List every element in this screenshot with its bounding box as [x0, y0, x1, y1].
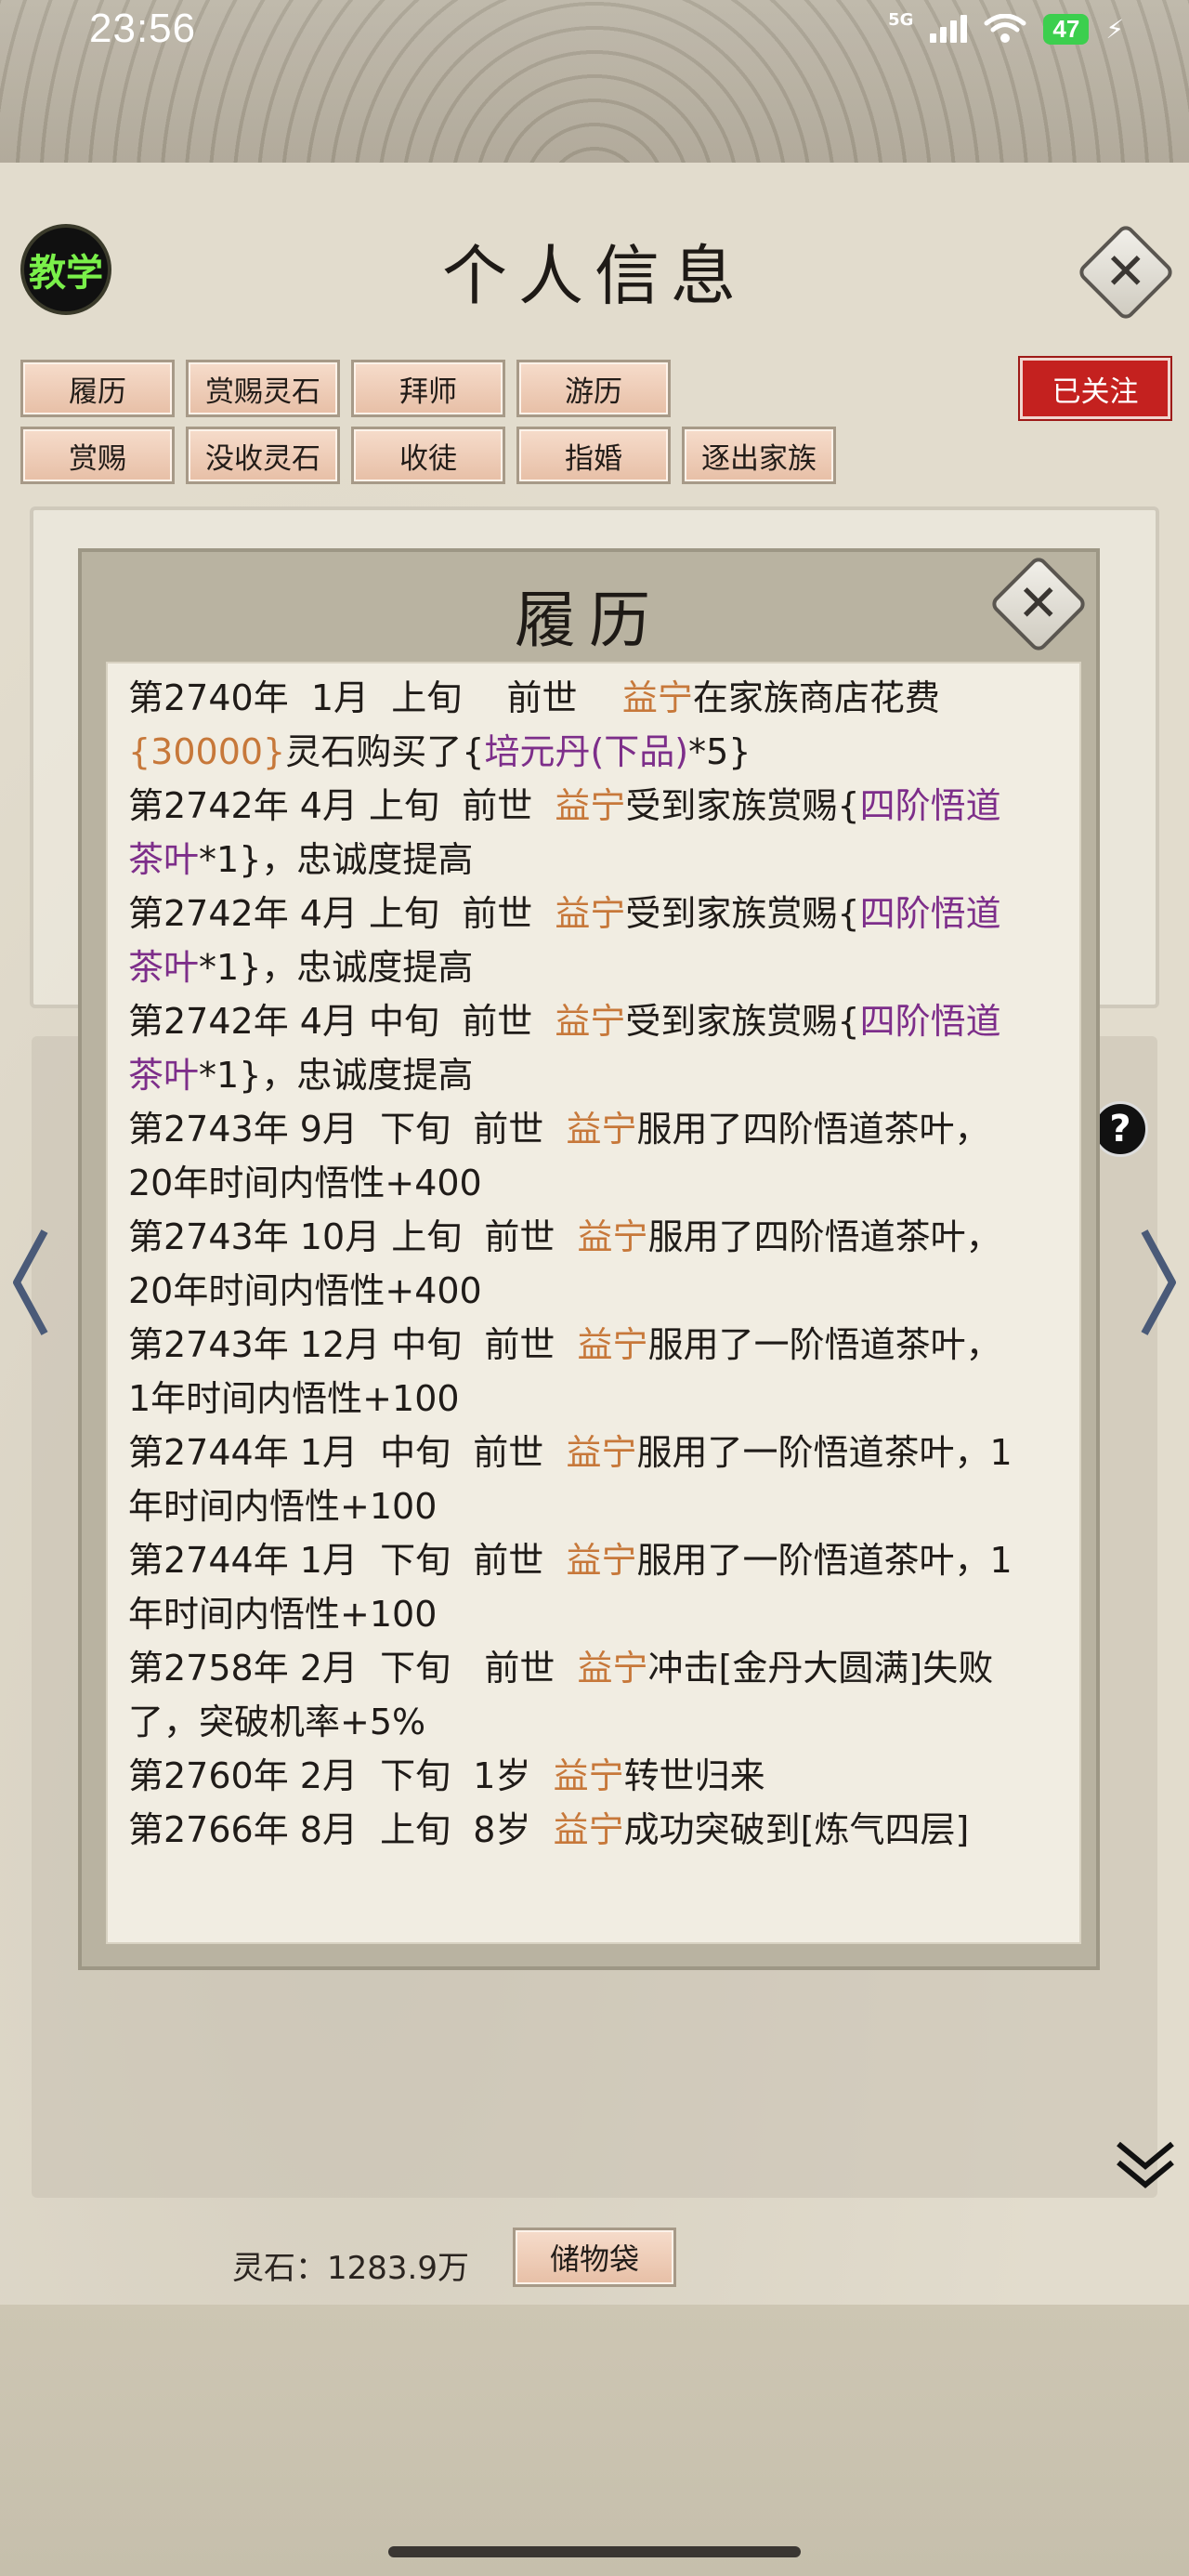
entry-date: 第2744年 1月 中旬 前世	[128, 1432, 567, 1473]
entry-date: 第2744年 1月 下旬 前世	[128, 1540, 567, 1581]
entry-suffix: *1}，忠诚度提高	[199, 839, 474, 880]
history-entry: 第2766年 8月 上旬 8岁 益宁成功突破到[炼气四层]	[128, 1803, 1018, 1857]
history-entry: 第2742年 4月 中旬 前世 益宁受到家族赏赐{四阶悟道茶叶*1}，忠诚度提高	[128, 994, 1018, 1102]
entry-character-name: 益宁	[553, 1755, 624, 1796]
entry-character-name: 益宁	[555, 1001, 626, 1042]
history-entry: 第2743年 12月 中旬 前世 益宁服用了一阶悟道茶叶，1年时间内悟性+100	[128, 1318, 1018, 1426]
close-popup-button[interactable]: ✕	[988, 554, 1089, 654]
battery-indicator: 47	[1043, 13, 1090, 45]
status-icons: 5G 47 ⚡	[888, 10, 1124, 45]
expel-button[interactable]: 逐出家族	[682, 427, 836, 484]
entry-text: 受到家族赏赐{	[625, 1001, 860, 1042]
history-entry: 第2742年 4月 上旬 前世 益宁受到家族赏赐{四阶悟道茶叶*1}，忠诚度提高	[128, 887, 1018, 994]
travel-button[interactable]: 游历	[516, 360, 671, 417]
wifi-icon	[984, 14, 1026, 43]
storage-bag-button[interactable]: 储物袋	[513, 2228, 676, 2287]
arrange-marriage-button[interactable]: 指婚	[516, 427, 671, 484]
entry-amount: {30000}	[128, 731, 286, 772]
entry-date: 第2742年 4月 上旬 前世	[128, 893, 555, 934]
entry-character-name: 益宁	[577, 1648, 648, 1689]
entry-date: 第2742年 4月 中旬 前世	[128, 1001, 555, 1042]
entry-text: 在家族商店花费	[692, 677, 940, 718]
prev-arrow-icon[interactable]	[7, 1222, 54, 1343]
entry-character-name: 益宁	[566, 1540, 637, 1581]
entry-date: 第2760年 2月 下旬 1岁	[128, 1755, 554, 1796]
close-window-button[interactable]: ✕	[1076, 222, 1176, 322]
history-entry: 第2758年 2月 下旬 前世 益宁冲击[金丹大圆满]失败了，突破机率+5%	[128, 1641, 1018, 1749]
bottom-band	[0, 2305, 1189, 2576]
entry-character-name: 益宁	[566, 1109, 637, 1150]
entry-text: 转世归来	[623, 1755, 765, 1796]
spirit-stone-balance: 灵石：1283.9万	[232, 2250, 469, 2287]
entry-date: 第2742年 4月 上旬 前世	[128, 785, 555, 826]
entry-date: 第2758年 2月 下旬 前世	[128, 1648, 578, 1689]
entry-character-name: 益宁	[553, 1809, 624, 1850]
network-type: 5G	[888, 9, 914, 30]
entry-suffix: *5}	[688, 731, 751, 772]
entry-text-2: 灵石购买了{	[285, 731, 485, 772]
entry-date: 第2743年 12月 中旬 前世	[128, 1324, 578, 1365]
signal-icon	[930, 15, 968, 43]
status-bar: 23:56 5G 47 ⚡	[0, 0, 1189, 58]
popup-title: 履历	[515, 585, 663, 656]
entry-suffix: *1}，忠诚度提高	[199, 1055, 474, 1096]
home-indicator[interactable]	[388, 2546, 801, 2557]
history-entry: 第2744年 1月 下旬 前世 益宁服用了一阶悟道茶叶，1年时间内悟性+100	[128, 1533, 1018, 1641]
take-disciple-button[interactable]: 收徒	[351, 427, 505, 484]
history-entries: 第2740年 1月 上旬 前世 益宁在家族商店花费{30000}灵石购买了{培元…	[108, 664, 1055, 1857]
entry-date: 第2743年 10月 上旬 前世	[128, 1216, 578, 1257]
entry-text: 受到家族赏赐{	[625, 893, 860, 934]
next-arrow-icon[interactable]	[1135, 1222, 1182, 1343]
entry-character-name: 益宁	[621, 677, 693, 718]
entry-text: 受到家族赏赐{	[625, 785, 860, 826]
entry-item: 培元丹(下品)	[484, 731, 689, 772]
entry-character-name: 益宁	[555, 785, 626, 826]
followed-badge[interactable]: 已关注	[1020, 358, 1170, 419]
history-entry: 第2742年 4月 上旬 前世 益宁受到家族赏赐{四阶悟道茶叶*1}，忠诚度提高	[128, 779, 1018, 887]
entry-text: 成功突破到[炼气四层]	[623, 1809, 970, 1850]
confiscate-stones-button[interactable]: 没收灵石	[186, 427, 340, 484]
entry-character-name: 益宁	[566, 1432, 637, 1473]
history-popup: 履历 ✕ 第2740年 1月 上旬 前世 益宁在家族商店花费{30000}灵石购…	[78, 548, 1100, 1970]
entry-date: 第2743年 9月 下旬 前世	[128, 1109, 567, 1150]
close-icon: ✕	[1017, 574, 1060, 633]
entry-character-name: 益宁	[555, 893, 626, 934]
expand-down-icon[interactable]	[1113, 2131, 1178, 2196]
history-entry: 第2743年 9月 下旬 前世 益宁服用了四阶悟道茶叶，20年时间内悟性+400	[128, 1102, 1018, 1210]
page-title: 个人信息	[442, 238, 747, 314]
entry-character-name: 益宁	[577, 1324, 648, 1365]
entry-date: 第2740年 1月 上旬 前世	[128, 677, 622, 718]
entry-suffix: *1}，忠诚度提高	[199, 947, 474, 988]
apprentice-master-button[interactable]: 拜师	[351, 360, 505, 417]
reward-stones-button[interactable]: 赏赐灵石	[186, 360, 340, 417]
history-entry: 第2743年 10月 上旬 前世 益宁服用了四阶悟道茶叶，20年时间内悟性+40…	[128, 1210, 1018, 1318]
entry-date: 第2766年 8月 上旬 8岁	[128, 1809, 554, 1850]
charging-icon: ⚡	[1105, 13, 1124, 45]
entry-character-name: 益宁	[577, 1216, 648, 1257]
reward-button[interactable]: 赏赐	[20, 427, 175, 484]
resume-button[interactable]: 履历	[20, 360, 175, 417]
history-entry: 第2740年 1月 上旬 前世 益宁在家族商店花费 {30000}灵石购买了{培元…	[128, 671, 1018, 779]
history-list[interactable]: 第2740年 1月 上旬 前世 益宁在家族商店花费{30000}灵石购买了{培元…	[106, 662, 1081, 1944]
close-icon: ✕	[1104, 243, 1147, 301]
help-icon[interactable]: ?	[1092, 1101, 1148, 1157]
history-entry: 第2744年 1月 中旬 前世 益宁服用了一阶悟道茶叶，1年时间内悟性+100	[128, 1426, 1018, 1533]
history-entry: 第2760年 2月 下旬 1岁 益宁转世归来	[128, 1749, 1018, 1803]
status-time: 23:56	[89, 6, 197, 51]
